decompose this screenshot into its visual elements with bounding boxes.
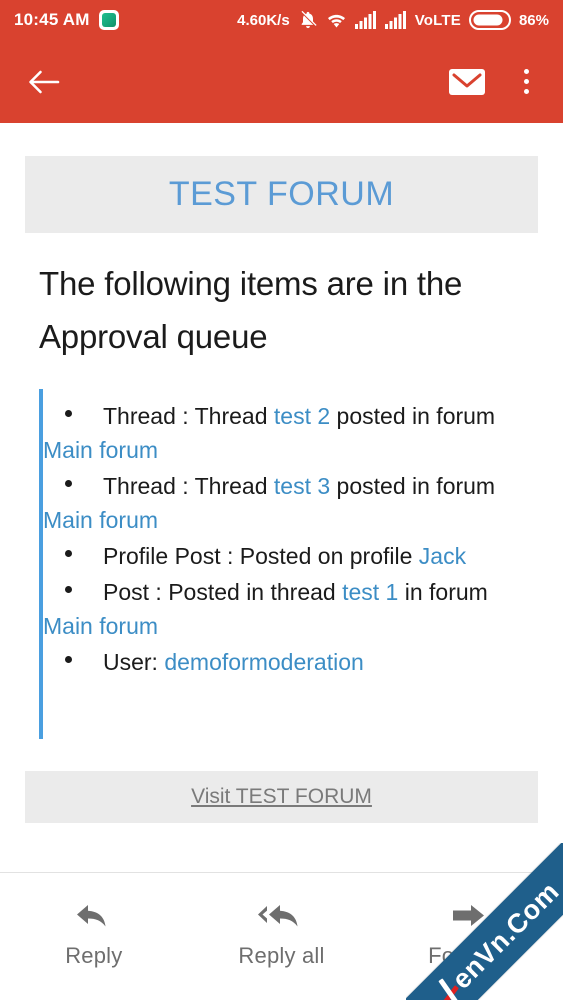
more-dot	[523, 89, 529, 94]
volte-label: VoLTE	[414, 11, 461, 29]
battery-percent-label: 86%	[518, 11, 549, 29]
item-link[interactable]: Main forum	[43, 613, 158, 639]
list-item: User: demoformoderation	[43, 645, 524, 679]
bullet-icon	[65, 585, 72, 593]
bullet-icon	[65, 479, 72, 487]
app-toolbar	[0, 40, 563, 123]
status-clock: 10:45 AM	[14, 10, 90, 29]
item-link[interactable]: test 1	[342, 579, 398, 605]
email-card: TEST FORUM The following items are in th…	[25, 156, 538, 743]
item-text: posted in forum	[330, 472, 496, 499]
list-item: Thread : Thread test 3 posted in forum M…	[43, 469, 524, 537]
battery-icon	[468, 10, 511, 30]
more-dot	[523, 79, 529, 84]
reply-arrow-icon	[74, 899, 114, 933]
list-item: Post : Posted in thread test 1 in forum …	[43, 575, 524, 643]
status-bar: 10:45 AM 4.60K/s VoLTE 86%	[0, 0, 563, 40]
item-link[interactable]: test 2	[274, 403, 330, 429]
item-link[interactable]: Main forum	[43, 437, 158, 463]
item-link[interactable]: demoformoderation	[164, 649, 363, 675]
item-text: User:	[103, 649, 165, 676]
mail-button[interactable]	[443, 58, 491, 106]
overflow-menu-button[interactable]	[509, 58, 543, 106]
item-text: Post : Posted in thread	[103, 579, 343, 606]
action-bar: Reply Reply all Forward	[0, 873, 563, 1000]
green-app-icon	[98, 10, 119, 30]
item-text: Profile Post : Posted on profile	[103, 543, 419, 570]
approval-queue-quote: Thread : Thread test 2 posted in forum M…	[39, 388, 524, 739]
item-link[interactable]: Main forum	[43, 507, 158, 533]
wifi-icon	[326, 11, 347, 29]
visit-forum-link[interactable]: Visit TEST FORUM	[191, 785, 372, 809]
signal-bars-icon	[354, 11, 377, 29]
item-text: in forum	[398, 579, 488, 606]
bullet-icon	[65, 409, 72, 417]
body-heading: The following items are in the Approval …	[39, 265, 463, 356]
reply-all-label: Reply all	[238, 943, 325, 968]
forum-header: TEST FORUM	[25, 156, 538, 233]
item-text: posted in forum	[330, 402, 496, 429]
phone-screen: 10:45 AM 4.60K/s VoLTE 86% TEST FORUM Th…	[0, 0, 563, 1000]
bullet-icon	[65, 549, 72, 557]
envelope-icon	[448, 67, 486, 97]
email-body: The following items are in the Approval …	[25, 233, 538, 743]
approval-items-list: Thread : Thread test 2 posted in forum M…	[43, 399, 524, 679]
signal-bars-icon	[384, 11, 407, 29]
bullet-icon	[65, 655, 72, 663]
network-speed-label: 4.60K/s	[237, 11, 290, 29]
more-vertical-icon	[523, 69, 529, 74]
email-content: TEST FORUM The following items are in th…	[0, 123, 563, 872]
reply-all-button[interactable]: Reply all	[188, 873, 376, 969]
reply-all-arrow-icon	[256, 899, 308, 933]
status-bar-left: 10:45 AM	[14, 10, 119, 30]
item-link[interactable]: Jack	[419, 543, 466, 569]
forward-label: Forward	[428, 943, 511, 968]
item-text: Thread : Thread	[103, 402, 274, 429]
reply-label: Reply	[65, 943, 123, 968]
visit-forum-footer[interactable]: Visit TEST FORUM	[25, 770, 538, 823]
status-bar-right: 4.60K/s VoLTE 86%	[237, 10, 549, 30]
back-arrow-icon	[27, 67, 61, 97]
list-item: Thread : Thread test 2 posted in forum M…	[43, 399, 524, 467]
forward-arrow-icon	[451, 899, 487, 933]
page-title: TEST FORUM	[168, 175, 395, 213]
reply-button[interactable]: Reply	[0, 873, 188, 969]
list-item: Profile Post : Posted on profile Jack	[43, 539, 524, 573]
item-link[interactable]: test 3	[274, 473, 330, 499]
forward-button[interactable]: Forward	[375, 873, 563, 969]
bell-muted-icon	[298, 10, 318, 30]
item-text: Thread : Thread	[103, 472, 274, 499]
back-button[interactable]	[20, 58, 68, 106]
